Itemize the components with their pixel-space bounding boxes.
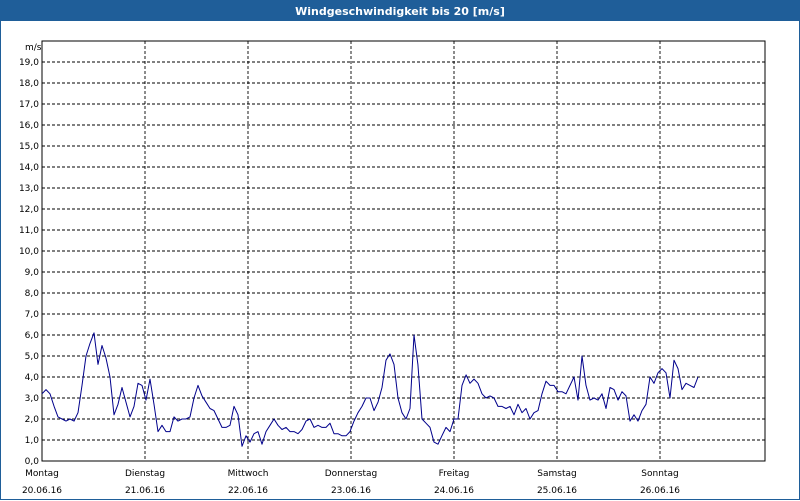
y-tick-label: 1,0: [25, 436, 40, 446]
y-axis-label: m/s: [25, 43, 42, 53]
y-tick-label: 11,0: [19, 226, 39, 236]
wind-speed-chart: m/s 0,0 1,0 2,0 3,0 4,0 5,0 6,0 7,0 8,0 9,0 10,0 11…: [19, 40, 766, 496]
wind-speed-line: [41, 332, 699, 447]
x-tick-day: Montag: [25, 469, 59, 479]
x-tick-date: 25.06.16: [537, 486, 577, 496]
x-tick-day: Dienstag: [125, 469, 165, 479]
x-tick-day: Donnerstag: [325, 469, 378, 479]
y-tick-label: 10,0: [19, 247, 39, 257]
y-tick-label: 7,0: [25, 310, 40, 320]
y-tick-label: 16,0: [19, 121, 39, 131]
y-tick-labels: 0,0 1,0 2,0 3,0 4,0 5,0 6,0 7,0 8,0 9,0 10,0 11,0 12…: [19, 58, 39, 467]
x-tick-day: Samstag: [537, 469, 576, 479]
y-tick-label: 9,0: [25, 268, 40, 278]
series-layer: [41, 332, 699, 447]
chart-window: Windgeschwindigkeit bis 20 [m/s] m/s 0,0…: [0, 0, 800, 500]
x-tick-date: 21.06.16: [125, 486, 165, 496]
y-tick-label: 5,0: [25, 352, 40, 362]
y-tick-label: 15,0: [19, 142, 39, 152]
y-tick-label: 14,0: [19, 163, 39, 173]
y-tick-label: 0,0: [25, 457, 40, 467]
y-tick-label: 19,0: [19, 58, 39, 68]
grid-layer: [42, 41, 765, 461]
y-tick-label: 6,0: [25, 331, 40, 341]
x-tick-date: 24.06.16: [434, 486, 474, 496]
x-tick-date: 20.06.16: [22, 486, 62, 496]
x-tick-date: 26.06.16: [640, 486, 680, 496]
x-tick-date: 22.06.16: [228, 486, 268, 496]
y-tick-label: 13,0: [19, 184, 39, 194]
y-tick-label: 4,0: [25, 373, 40, 383]
x-tick-day: Mittwoch: [228, 469, 269, 479]
x-tick-date: 23.06.16: [331, 486, 371, 496]
y-tick-label: 3,0: [25, 394, 40, 404]
y-tick-label: 8,0: [25, 289, 40, 299]
y-tick-label: 2,0: [25, 415, 40, 425]
x-tick-labels: Montag 20.06.16 Dienstag 21.06.16 Mittwoch 22…: [22, 469, 680, 496]
y-tick-label: 18,0: [19, 79, 39, 89]
x-tick-day: Freitag: [439, 469, 470, 479]
y-tick-label: 17,0: [19, 100, 39, 110]
y-tick-label: 12,0: [19, 205, 39, 215]
x-tick-day: Sonntag: [641, 469, 678, 479]
